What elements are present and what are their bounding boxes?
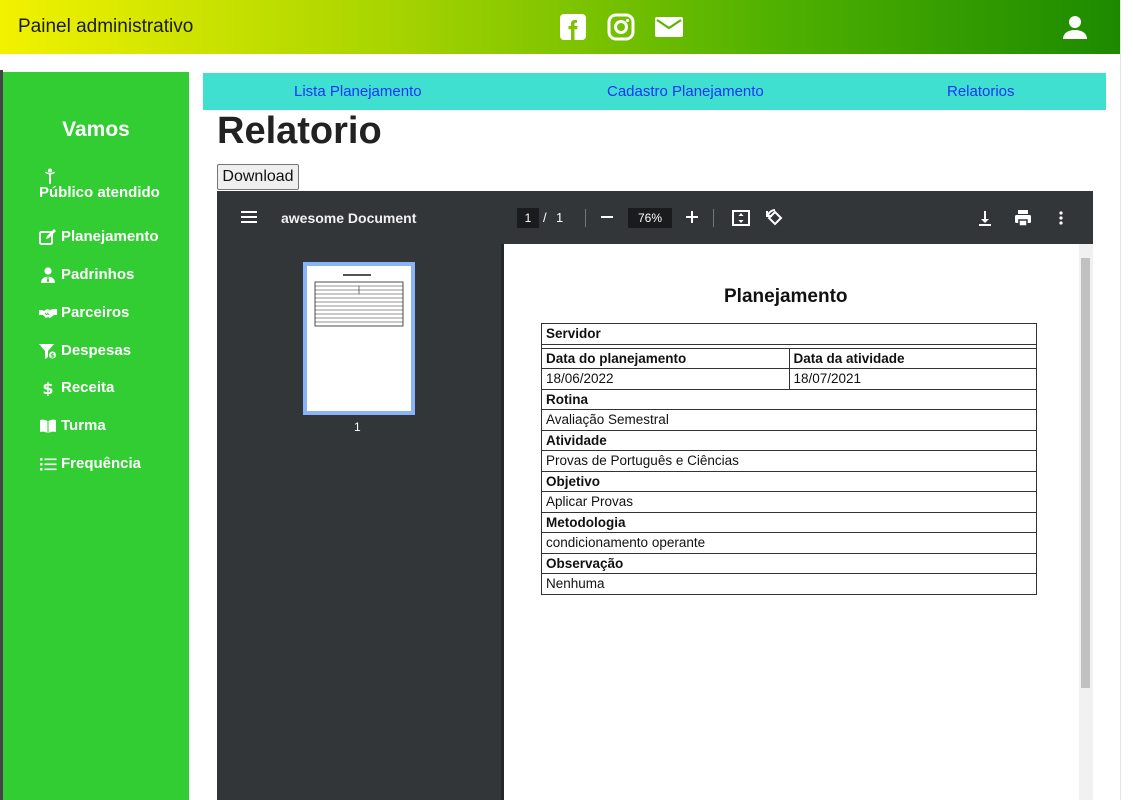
table-cell-label: Observação bbox=[541, 552, 1037, 574]
table-cell-label: Data da atividade bbox=[788, 347, 1037, 369]
table-cell-value: Nenhuma bbox=[541, 573, 1037, 595]
scrollbar-thumb[interactable] bbox=[1081, 258, 1090, 688]
table-cell-value: 18/07/2021 bbox=[788, 368, 1037, 390]
table-cell-value: Avaliação Semestral bbox=[541, 409, 1037, 431]
table-cell-label: Data do planejamento bbox=[541, 347, 790, 369]
page-separator: / bbox=[543, 210, 547, 225]
instagram-icon[interactable] bbox=[606, 12, 636, 42]
table-row: Metodologia bbox=[541, 511, 1037, 533]
zoom-level-input[interactable]: 76% bbox=[628, 208, 672, 228]
menu-icon[interactable] bbox=[239, 208, 259, 226]
sidebar-item-label: Parceiros bbox=[61, 304, 130, 321]
table-cell-value: Provas de Português e Ciências bbox=[541, 450, 1037, 472]
table-row: Objetivo bbox=[541, 470, 1037, 492]
mail-icon[interactable] bbox=[654, 12, 684, 42]
toolbar-divider bbox=[713, 209, 714, 227]
tab-lista-planejamento[interactable]: Lista Planejamento bbox=[294, 83, 422, 100]
table-cell-value: condicionamento operante bbox=[541, 532, 1037, 554]
table-row: 18/06/2022 18/07/2021 bbox=[541, 368, 1037, 390]
rotate-icon[interactable] bbox=[765, 208, 785, 228]
social-links bbox=[558, 12, 684, 42]
brand-title: Painel administrativo bbox=[18, 16, 194, 37]
pdf-page: Planejamento Servidor Data do planejamen… bbox=[501, 244, 1079, 800]
facebook-icon[interactable] bbox=[558, 12, 588, 42]
page-thumbnail[interactable] bbox=[303, 262, 415, 415]
more-options-icon[interactable] bbox=[1051, 208, 1071, 228]
sidebar-item-label: Despesas bbox=[61, 342, 132, 359]
tab-cadastro-planejamento[interactable]: Cadastro Planejamento bbox=[607, 83, 764, 100]
sidebar-item-label: Receita bbox=[61, 379, 115, 396]
table-cell-label: Rotina bbox=[541, 388, 1037, 410]
zoom-out-icon[interactable] bbox=[599, 205, 615, 231]
user-tie-icon bbox=[41, 266, 55, 283]
svg-text:$: $ bbox=[42, 380, 53, 396]
table-row: Avaliação Semestral bbox=[541, 409, 1037, 431]
print-icon[interactable] bbox=[1013, 208, 1033, 228]
sidebar-item-publico-atendido[interactable]: Público atendido bbox=[39, 168, 160, 201]
sidebar: Vamos Público atendido Planejamento Padr… bbox=[3, 72, 189, 800]
page-title: Relatorio bbox=[217, 110, 382, 152]
pdf-toolbar: awesome Document 1 / 1 76% bbox=[217, 191, 1093, 244]
sidebar-item-label: Público atendido bbox=[39, 184, 160, 201]
download-button[interactable]: Download bbox=[217, 164, 299, 190]
pdf-viewer: awesome Document 1 / 1 76% 1 Planejament… bbox=[217, 191, 1093, 800]
dollar-icon: $ bbox=[42, 380, 53, 396]
sidebar-item-label: Turma bbox=[61, 417, 106, 434]
sidebar-item-planejamento[interactable]: Planejamento bbox=[39, 228, 159, 245]
table-row: Rotina bbox=[541, 388, 1037, 410]
table-row: Observação bbox=[541, 552, 1037, 574]
page-total: 1 bbox=[556, 210, 564, 225]
window-scrollbar[interactable] bbox=[1120, 0, 1133, 800]
sidebar-item-label: Frequência bbox=[61, 455, 142, 472]
table-row: condicionamento operante bbox=[541, 532, 1037, 554]
sidebar-title: Vamos bbox=[62, 118, 130, 141]
funnel-dollar-icon: $ bbox=[39, 343, 57, 359]
table-cell-label: Objetivo bbox=[541, 470, 1037, 492]
page-number-input[interactable]: 1 bbox=[517, 208, 539, 228]
sidebar-item-turma[interactable]: Turma bbox=[39, 417, 106, 434]
person-icon bbox=[45, 168, 55, 184]
thumbnail-pane: 1 bbox=[217, 244, 501, 800]
pdf-scrollbar[interactable] bbox=[1079, 244, 1093, 800]
sidebar-item-parceiros[interactable]: Parceiros bbox=[39, 304, 129, 321]
sidebar-item-receita[interactable]: $ Receita bbox=[39, 379, 114, 396]
thumbnail-page-number: 1 bbox=[354, 420, 361, 434]
sidebar-item-despesas[interactable]: $ Despesas bbox=[39, 342, 131, 359]
toolbar-divider bbox=[585, 209, 586, 227]
edit-icon bbox=[39, 228, 56, 245]
table-row: Nenhuma bbox=[541, 573, 1037, 595]
table-row: Aplicar Provas bbox=[541, 491, 1037, 513]
sidebar-item-frequencia[interactable]: Frequência bbox=[39, 455, 141, 472]
zoom-in-icon[interactable] bbox=[684, 204, 700, 231]
table-cell-label: Servidor bbox=[541, 323, 1037, 345]
download-icon[interactable] bbox=[975, 208, 995, 228]
handshake-icon bbox=[39, 308, 57, 318]
table-cell-label: Metodologia bbox=[541, 511, 1037, 533]
thumbnail-preview bbox=[314, 274, 404, 327]
book-icon bbox=[40, 419, 56, 433]
table-row: Atividade bbox=[541, 429, 1037, 451]
table-cell-label: Atividade bbox=[541, 429, 1037, 451]
table-row: Servidor bbox=[541, 323, 1037, 345]
pdf-document-title: Planejamento bbox=[724, 286, 848, 307]
planning-report-table: Servidor Data do planejamento Data da at… bbox=[541, 323, 1037, 595]
sidebar-item-padrinhos[interactable]: Padrinhos bbox=[39, 266, 134, 283]
svg-text:$: $ bbox=[50, 352, 54, 359]
sidebar-item-label: Padrinhos bbox=[61, 266, 135, 283]
fit-page-icon[interactable] bbox=[731, 208, 751, 228]
table-cell-value: Aplicar Provas bbox=[541, 491, 1037, 513]
list-icon bbox=[40, 457, 57, 470]
sidebar-item-label: Planejamento bbox=[61, 228, 159, 245]
user-icon[interactable] bbox=[1062, 14, 1088, 40]
table-cell-value: 18/06/2022 bbox=[541, 368, 790, 390]
top-header: Painel administrativo bbox=[0, 0, 1120, 54]
table-row: Data do planejamento Data da atividade bbox=[541, 347, 1037, 369]
document-title: awesome Document bbox=[281, 210, 417, 226]
tab-bar: Lista Planejamento Cadastro Planejamento… bbox=[203, 73, 1106, 110]
tab-relatorios[interactable]: Relatorios bbox=[947, 83, 1015, 100]
table-row: Provas de Português e Ciências bbox=[541, 450, 1037, 472]
